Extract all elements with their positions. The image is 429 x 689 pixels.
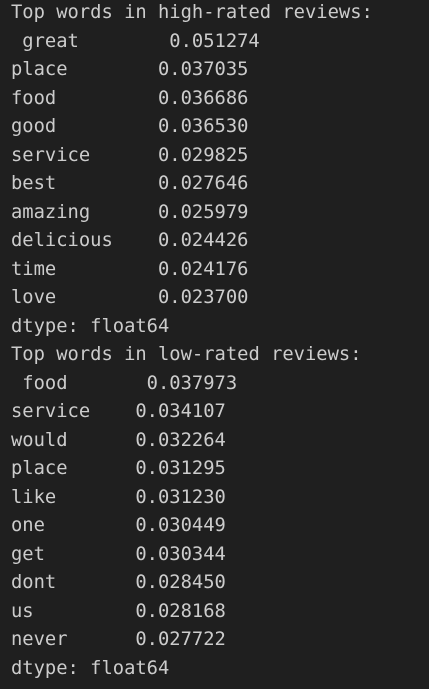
series-row: place 0.031295 [11,456,429,485]
word-label: would [11,429,68,451]
word-score: 0.034107 [135,401,226,422]
word-label: best [11,173,57,194]
word-score: 0.030344 [135,543,226,565]
series-row: like 0.031230 [11,485,429,514]
word-score: 0.030449 [135,515,226,536]
word-score: 0.027646 [157,173,249,194]
series-row: delicious 0.024426 [11,228,429,257]
word-label: service [11,144,91,166]
terminal-output: Top words in high-rated reviews: great 0.… [0,0,429,684]
word-score: 0.031295 [135,458,226,479]
high-rated-title: Top words in high-rated reviews: [11,2,373,23]
series-row: time 0.024176 [11,257,429,286]
word-score: 0.027722 [135,629,226,650]
word-score: 0.037035 [157,59,249,80]
word-label: us [11,600,34,622]
series-row: never 0.027722 [11,627,429,656]
word-label: place [11,59,68,80]
low-rated-dtype: dtype: float64 [11,657,170,679]
word-label: amazing [11,201,91,223]
word-score: 0.031230 [135,486,226,508]
word-score: 0.025979 [157,201,249,223]
word-score: 0.036530 [157,116,249,137]
series-row: get 0.030344 [11,542,429,571]
word-label: great [22,30,79,52]
word-label: love [11,287,57,308]
word-label: time [11,258,57,280]
word-label: like [11,486,57,508]
word-label: food [22,372,68,394]
series-row: dont 0.028450 [11,570,429,599]
word-score: 0.024426 [157,230,249,251]
series-row: good 0.036530 [11,114,429,143]
word-label: service [11,401,91,422]
word-label: food [11,87,57,109]
word-score: 0.028450 [135,572,226,593]
high-rated-series: great 0.051274 place 0.037035 food 0.036686 go… [11,29,429,314]
word-score: 0.024176 [157,258,249,280]
series-row: love 0.023700 [11,285,429,314]
word-label: get [11,543,45,565]
series-row: service 0.034107 [11,399,429,428]
word-score: 0.029825 [157,144,249,166]
series-row: food 0.037973 [11,371,429,400]
word-score: 0.036686 [157,87,249,109]
word-score: 0.028168 [135,600,226,622]
word-score: 0.051274 [169,30,260,52]
word-label: place [11,458,68,479]
low-rated-title: Top words in low-rated reviews: [11,344,362,365]
series-row: amazing 0.025979 [11,200,429,229]
word-label: one [11,515,45,536]
series-row: best 0.027646 [11,171,429,200]
word-label: good [11,116,57,137]
series-row: great 0.051274 [11,29,429,58]
word-score: 0.032264 [135,429,226,451]
series-row: place 0.037035 [11,57,429,86]
word-score: 0.037973 [146,372,238,394]
word-label: dont [11,572,57,593]
series-row: one 0.030449 [11,513,429,542]
series-row: service 0.029825 [11,143,429,172]
series-row: food 0.036686 [11,86,429,115]
low-rated-series: food 0.037973 service 0.034107 would 0.032264… [11,371,429,656]
word-label: never [11,629,68,650]
series-row: would 0.032264 [11,428,429,457]
high-rated-dtype: dtype: float64 [11,315,170,337]
series-row: us 0.028168 [11,599,429,628]
word-label: delicious [11,230,113,251]
word-score: 0.023700 [157,287,249,308]
